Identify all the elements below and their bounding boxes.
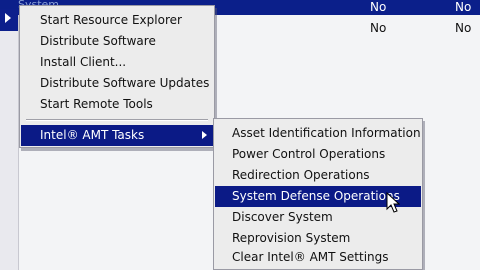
- selected-row-col1: No: [370, 0, 387, 14]
- list-row-col2: No: [455, 21, 472, 35]
- selected-row-col2: No: [455, 0, 472, 14]
- menu-item-intel-amt-tasks[interactable]: Intel® AMT Tasks: [21, 125, 213, 146]
- menu-item-power-control[interactable]: Power Control Operations: [215, 144, 421, 165]
- menu-item-distribute-software-updates[interactable]: Distribute Software Updates: [21, 73, 213, 94]
- list-left-gutter: [0, 15, 19, 270]
- menu-item-install-client[interactable]: Install Client...: [21, 52, 213, 73]
- menu-item-asset-identification[interactable]: Asset Identification Information: [215, 123, 421, 144]
- menu-item-intel-amt-tasks-label: Intel® AMT Tasks: [40, 128, 145, 142]
- menu-item-distribute-software[interactable]: Distribute Software: [21, 31, 213, 52]
- menu-item-reprovision-system[interactable]: Reprovision System: [215, 228, 421, 249]
- submenu-arrow-icon: [202, 131, 207, 139]
- menu-item-start-resource-explorer[interactable]: Start Resource Explorer: [21, 10, 213, 31]
- context-menu: Start Resource Explorer Distribute Softw…: [19, 5, 215, 148]
- menu-item-start-remote-tools[interactable]: Start Remote Tools: [21, 94, 213, 115]
- menu-separator: [26, 119, 208, 121]
- mouse-pointer-icon: [386, 192, 400, 213]
- menu-item-redirection[interactable]: Redirection Operations: [215, 165, 421, 186]
- list-row-col1: No: [370, 21, 387, 35]
- menu-item-clear-amt-settings[interactable]: Clear Intel® AMT Settings: [215, 247, 421, 268]
- row-expand-arrow-icon[interactable]: [5, 13, 11, 23]
